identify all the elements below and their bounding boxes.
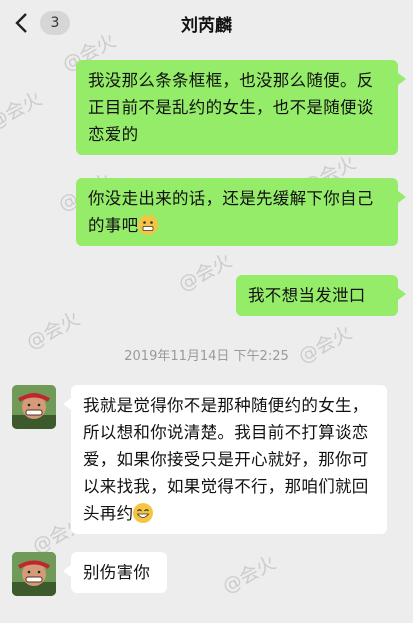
- grin-emoji-icon: [133, 503, 154, 523]
- chat-header: 3 刘芮麟: [0, 0, 413, 46]
- received-message[interactable]: 我就是觉得你不是那种随便约的女生，所以想和你说清楚。我目前不打算谈恋爱，如果你接…: [63, 385, 387, 534]
- avatar-image: [12, 552, 56, 596]
- chat-title: 刘芮麟: [181, 16, 232, 36]
- message-text: 我就是觉得你不是那种随便约的女生，所以想和你说清楚。我目前不打算谈恋爱，如果你接…: [83, 396, 369, 523]
- watermark: @会火: [0, 87, 46, 134]
- message-text: 我不想当发泄口: [248, 286, 366, 305]
- sent-message[interactable]: 我没那么条条框框，也没那么随便。反正目前不是乱约的女生，也不是随便谈恋爱的: [76, 60, 406, 155]
- avatar-image: [12, 385, 56, 429]
- watermark: @会火: [174, 249, 236, 296]
- timestamp: 2019年11月14日 下午2:25: [124, 349, 289, 364]
- received-message[interactable]: 别伤害你: [63, 552, 167, 593]
- sent-message[interactable]: 我不想当发泄口: [236, 275, 406, 316]
- avatar[interactable]: [12, 385, 56, 429]
- message-text: 你没走出来的话，还是先缓解下你自己的事吧: [88, 189, 374, 235]
- avatar[interactable]: [12, 552, 56, 596]
- sent-message[interactable]: 你没走出来的话，还是先缓解下你自己的事吧: [76, 178, 406, 246]
- message-text: 别伤害你: [83, 563, 151, 582]
- watermark: @会火: [218, 551, 280, 598]
- grimace-emoji-icon: [138, 215, 159, 235]
- message-text: 我没那么条条框框，也没那么随便。反正目前不是乱约的女生，也不是随便谈恋爱的: [88, 71, 374, 144]
